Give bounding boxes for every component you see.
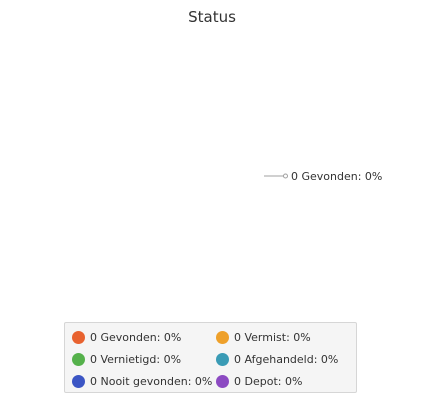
slice-labels: 0 Gevonden: 0% bbox=[264, 170, 382, 183]
legend-label: 0 Gevonden: 0% bbox=[90, 330, 182, 344]
legend-label: 0 Afgehandeld: 0% bbox=[234, 352, 339, 366]
legend-marker-icon bbox=[216, 374, 229, 388]
legend-label: 0 Depot: 0% bbox=[234, 374, 303, 388]
legend-label: 0 Vernietigd: 0% bbox=[90, 352, 182, 366]
legend-item-vernietigd[interactable]: 0 Vernietigd: 0% bbox=[72, 350, 181, 368]
legend-item-afgehandeld[interactable]: 0 Afgehandeld: 0% bbox=[216, 350, 338, 368]
legend-marker-icon bbox=[72, 374, 85, 388]
pie-chart: 0 Gevonden: 0% bbox=[264, 170, 382, 183]
legend-marker-icon bbox=[216, 330, 229, 344]
legend-marker-icon bbox=[216, 352, 229, 366]
legend-marker-icon bbox=[72, 330, 85, 344]
legend-marker-icon bbox=[72, 352, 85, 366]
legend-item-vermist[interactable]: 0 Vermist: 0% bbox=[216, 328, 311, 346]
callout-marker bbox=[283, 173, 288, 179]
legend-item-gevonden[interactable]: 0 Gevonden: 0% bbox=[72, 328, 181, 346]
legend-label: 0 Nooit gevonden: 0% bbox=[90, 374, 213, 388]
legend-label: 0 Vermist: 0% bbox=[234, 330, 311, 344]
legend-item-nooit-gevonden[interactable]: 0 Nooit gevonden: 0% bbox=[72, 372, 212, 390]
legend-item-depot[interactable]: 0 Depot: 0% bbox=[216, 372, 302, 390]
chart-legend: 0 Gevonden: 0% 0 Vermist: 0% 0 Vernietig… bbox=[64, 322, 357, 393]
slice-data-label: 0 Gevonden: 0% bbox=[291, 170, 382, 183]
